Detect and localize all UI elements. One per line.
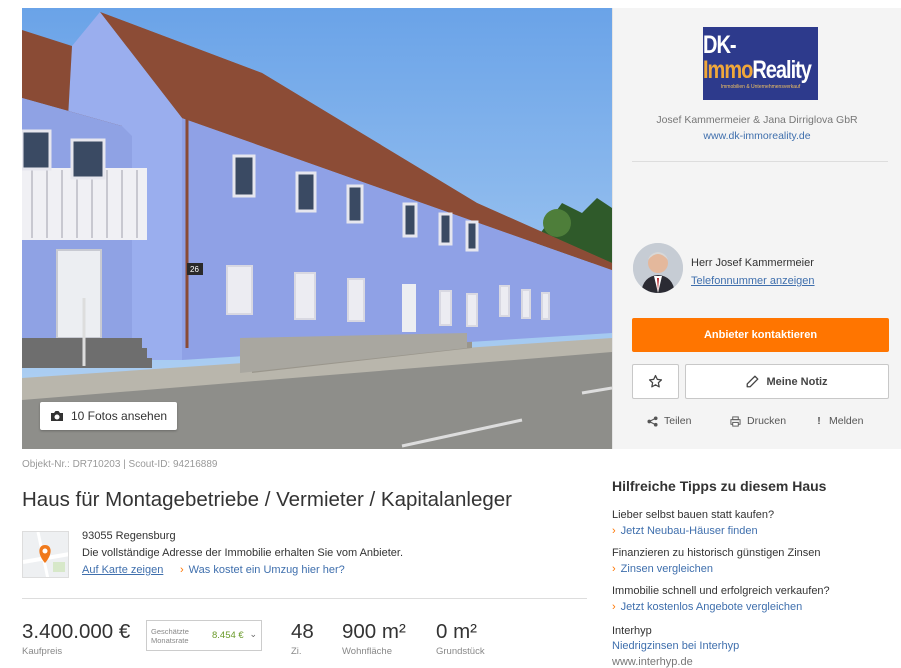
my-note-button[interactable]: Meine Notiz	[685, 364, 889, 399]
sponsor-url[interactable]: www.interhyp.de	[612, 656, 693, 668]
living-area-label: Wohnfläche	[342, 646, 392, 657]
my-note-label: Meine Notiz	[766, 375, 828, 388]
agent-avatar	[633, 243, 683, 293]
provider-panel: DK-ImmoReality Immobilien & Unternehmens…	[612, 8, 901, 449]
show-photos-label: 10 Fotos ansehen	[71, 409, 168, 423]
chevron-down-icon: ⌄	[249, 629, 257, 639]
show-photos-button[interactable]: 10 Fotos ansehen	[40, 402, 178, 430]
chevron-right-icon: ›	[612, 601, 616, 613]
chevron-right-icon: ›	[612, 563, 616, 575]
chevron-right-icon: ›	[180, 564, 184, 576]
house-number: 26	[190, 265, 199, 274]
monthly-rate-value: 8.454 €	[212, 630, 244, 641]
sponsor-name: Interhyp	[612, 625, 652, 637]
print-button[interactable]: Drucken	[730, 415, 786, 427]
pencil-icon	[747, 375, 759, 388]
tip-question: Lieber selbst bauen statt kaufen?	[612, 509, 775, 521]
sponsor-link[interactable]: Niedrigzinsen bei Interhyp	[612, 640, 739, 652]
living-area-block: 900 m² Wohnfläche	[342, 620, 406, 657]
report-button[interactable]: ! Melden	[815, 415, 863, 427]
share-label: Teilen	[664, 415, 692, 427]
listing-photo[interactable]: 26 10 Fotos ansehen	[22, 8, 612, 449]
tip-link-new-houses[interactable]: › Jetzt Neubau-Häuser finden	[612, 525, 758, 537]
show-phone-link[interactable]: Telefonnummer anzeigen	[691, 275, 815, 287]
share-icon	[647, 415, 658, 427]
plot-area-value: 0 m²	[436, 620, 477, 643]
house-photo-illustration: 26	[22, 8, 612, 449]
logo-wordmark: DK-ImmoReality	[703, 31, 812, 84]
logo-subtext: Immobilien & Unternehmensverkauf	[720, 83, 801, 90]
camera-icon	[51, 411, 63, 421]
listing-title: Haus für Montagebetriebe / Vermieter / K…	[22, 488, 512, 511]
address-city: 93055 Regensburg	[82, 530, 176, 542]
object-ids: Objekt-Nr.: DR710203 | Scout-ID: 9421688…	[22, 459, 218, 470]
plot-area-label: Grundstück	[436, 646, 485, 657]
panel-divider	[632, 161, 888, 162]
rooms-label: Zi.	[291, 646, 302, 657]
plot-area-block: 0 m² Grundstück	[436, 620, 485, 657]
contact-provider-button[interactable]: Anbieter kontaktieren	[632, 318, 889, 352]
show-on-map-link[interactable]: Auf Karte zeigen	[82, 564, 163, 576]
tip-link-compare-offers[interactable]: › Jetzt kostenlos Angebote vergleichen	[612, 601, 802, 613]
living-area-value: 900 m²	[342, 620, 406, 643]
tips-title: Hilfreiche Tipps zu diesem Haus	[612, 478, 827, 494]
monthly-rate-label: Geschätzte Monatsrate	[151, 627, 189, 645]
price-value: 3.400.000 €	[22, 620, 131, 643]
company-name: Josef Kammermeier & Jana Dirriglova GbR	[656, 114, 858, 126]
print-label: Drucken	[747, 415, 787, 427]
rooms-value: 48	[291, 620, 314, 643]
favorite-button[interactable]	[632, 364, 679, 399]
price-label: Kaufpreis	[22, 646, 63, 657]
map-thumbnail[interactable]	[22, 531, 69, 578]
tip-question: Finanzieren zu historisch günstigen Zins…	[612, 547, 821, 559]
section-divider	[22, 598, 587, 599]
star-icon	[648, 374, 663, 388]
exclamation-icon: !	[817, 415, 821, 427]
printer-icon	[730, 415, 741, 427]
monthly-rate-dropdown[interactable]: Geschätzte Monatsrate 8.454 € ⌄	[146, 620, 262, 651]
agent-name: Herr Josef Kammermeier	[691, 257, 814, 269]
share-button[interactable]: Teilen	[647, 415, 691, 427]
moving-cost-link[interactable]: › Was kostet ein Umzug hier her?	[180, 564, 345, 576]
tip-link-compare-rates[interactable]: › Zinsen vergleichen	[612, 563, 713, 575]
address-note: Die vollständige Adresse der Immobilie e…	[82, 547, 404, 559]
chevron-right-icon: ›	[612, 525, 616, 537]
report-label: Melden	[829, 415, 864, 427]
provider-logo[interactable]: DK-ImmoReality Immobilien & Unternehmens…	[703, 27, 818, 100]
company-website-link[interactable]: www.dk-immoreality.de	[613, 130, 901, 142]
rooms-block: 48 Zi.	[291, 620, 314, 657]
tip-question: Immobilie schnell und erfolgreich verkau…	[612, 585, 830, 597]
price-block: 3.400.000 € Kaufpreis	[22, 620, 130, 657]
